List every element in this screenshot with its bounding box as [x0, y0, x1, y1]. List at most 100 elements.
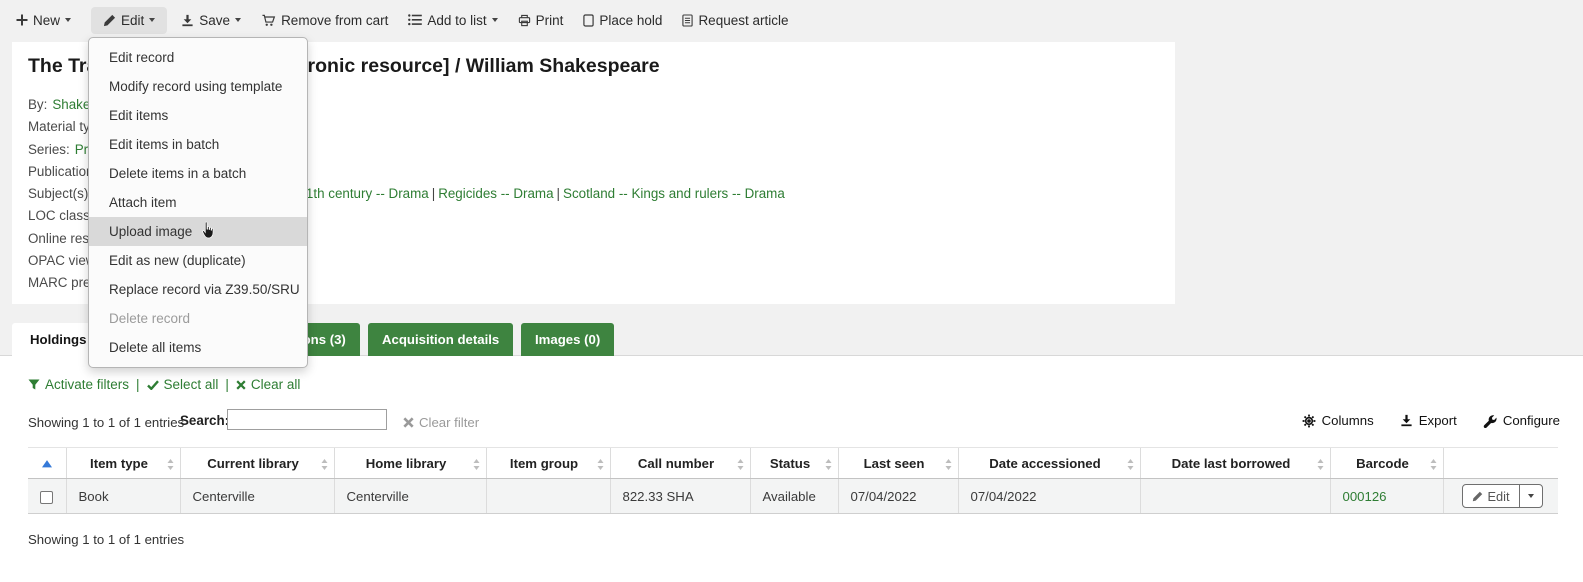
header-label: Date last borrowed — [1172, 456, 1291, 471]
activate-filters-label: Activate filters — [45, 377, 129, 392]
print-button-label: Print — [536, 13, 564, 28]
subject-link[interactable]: Regicides -- Drama — [438, 186, 553, 201]
table-tools: Columns Export Configure — [1276, 413, 1560, 428]
header-select-sorted[interactable] — [28, 448, 66, 479]
place-hold-button[interactable]: Place hold — [583, 13, 662, 28]
header-label: Item group — [510, 456, 578, 471]
cell-actions: Edit — [1443, 479, 1558, 514]
sort-icon — [1430, 458, 1437, 473]
save-button-label: Save — [199, 13, 230, 28]
row-edit-caret-button[interactable] — [1520, 485, 1542, 507]
clear-filter-label: Clear filter — [419, 415, 479, 430]
header-label: Current library — [207, 456, 299, 471]
chevron-down-icon — [235, 18, 241, 22]
header-label: Last seen — [864, 456, 925, 471]
menu-item-edit-items[interactable]: Edit items — [89, 101, 307, 130]
columns-button[interactable]: Columns — [1302, 413, 1374, 428]
cell-barcode: 000126 — [1330, 479, 1443, 514]
header-label: Home library — [366, 456, 447, 471]
menu-item-attach-item[interactable]: Attach item — [89, 188, 307, 217]
row-select-checkbox[interactable] — [40, 491, 53, 504]
search-input[interactable] — [227, 409, 387, 430]
tab-images[interactable]: Images (0) — [521, 323, 614, 356]
cell-item-group — [486, 479, 610, 514]
clear-all-link[interactable]: Clear all — [236, 377, 301, 392]
configure-button[interactable]: Configure — [1483, 413, 1560, 428]
cell-home-library: Centerville — [334, 479, 486, 514]
download-icon — [1400, 414, 1413, 427]
export-button[interactable]: Export — [1400, 413, 1457, 428]
header-home-library[interactable]: Home library — [334, 448, 486, 479]
pencil-icon — [103, 14, 116, 27]
header-last-seen[interactable]: Last seen — [838, 448, 958, 479]
pencil-icon — [1472, 491, 1483, 502]
search-label: Search: — [180, 413, 229, 428]
menu-item-replace-record-via-z3950-sru[interactable]: Replace record via Z39.50/SRU — [89, 275, 307, 304]
header-item-group[interactable]: Item group — [486, 448, 610, 479]
series-label: Series: — [28, 142, 70, 157]
print-button[interactable]: Print — [518, 13, 564, 28]
sort-icon — [597, 458, 604, 473]
menu-item-edit-as-new-duplicate[interactable]: Edit as new (duplicate) — [89, 246, 307, 275]
menu-item-modify-record-using-template[interactable]: Modify record using template — [89, 72, 307, 101]
save-button[interactable]: Save — [181, 13, 241, 28]
new-button[interactable]: New — [16, 13, 71, 28]
cell-date-last-borrowed — [1140, 479, 1330, 514]
cell-call-number: 822.33 SHA — [610, 479, 750, 514]
header-status[interactable]: Status — [750, 448, 838, 479]
x-icon — [236, 380, 246, 390]
hold-note-icon — [583, 14, 594, 27]
header-item-type[interactable]: Item type — [66, 448, 180, 479]
header-date-last-borrowed[interactable]: Date last borrowed — [1140, 448, 1330, 479]
chevron-down-icon — [492, 18, 498, 22]
sort-icon — [825, 458, 832, 473]
header-label: Barcode — [1356, 456, 1409, 471]
cell-status: Available — [750, 479, 838, 514]
configure-label: Configure — [1503, 413, 1560, 428]
place-hold-label: Place hold — [599, 13, 662, 28]
remove-from-cart-label: Remove from cart — [281, 13, 388, 28]
x-icon — [403, 417, 414, 428]
header-barcode[interactable]: Barcode — [1330, 448, 1443, 479]
header-current-library[interactable]: Current library — [180, 448, 334, 479]
clear-filter-button[interactable]: Clear filter — [403, 415, 479, 430]
row-edit-button[interactable]: Edit — [1463, 485, 1520, 507]
menu-item-upload-image[interactable]: Upload image — [89, 217, 307, 246]
select-all-link[interactable]: Select all — [147, 377, 219, 392]
gear-icon — [1302, 414, 1316, 428]
subject-separator: | — [432, 186, 435, 201]
barcode-link[interactable]: 000126 — [1343, 489, 1387, 504]
menu-item-edit-record[interactable]: Edit record — [89, 43, 307, 72]
subjects-label: Subject(s): — [28, 186, 92, 201]
request-article-button[interactable]: Request article — [682, 13, 788, 28]
add-to-list-button[interactable]: Add to list — [408, 13, 497, 28]
table-header-row: Item type Current library Home library I… — [28, 448, 1558, 479]
chevron-down-icon — [65, 18, 71, 22]
select-all-label: Select all — [164, 377, 219, 392]
hand-pointer-cursor-icon — [200, 221, 216, 245]
cell-date-accessioned: 07/04/2022 — [958, 479, 1140, 514]
add-to-list-label: Add to list — [427, 13, 486, 28]
tab-acquisition-details[interactable]: Acquisition details — [368, 323, 513, 356]
check-icon — [147, 380, 159, 390]
activate-filters-link[interactable]: Activate filters — [28, 377, 129, 392]
sort-icon — [321, 458, 328, 473]
row-edit-label: Edit — [1488, 489, 1510, 504]
chevron-down-icon — [1528, 494, 1534, 498]
header-call-number[interactable]: Call number — [610, 448, 750, 479]
remove-from-cart-button[interactable]: Remove from cart — [261, 13, 388, 28]
menu-item-delete-items-in-a-batch[interactable]: Delete items in a batch — [89, 159, 307, 188]
showing-entries-text-bottom: Showing 1 to 1 of 1 entries — [28, 532, 184, 547]
holdings-filter-links: Activate filters | Select all | Clear al… — [28, 377, 300, 392]
subject-link[interactable]: Scotland -- Kings and rulers -- Drama — [563, 186, 785, 201]
wrench-icon — [1483, 414, 1497, 428]
filter-separator: | — [225, 377, 229, 392]
subject-separator: | — [557, 186, 560, 201]
edit-button[interactable]: Edit — [91, 7, 167, 34]
sort-icon — [737, 458, 744, 473]
menu-item-edit-items-in-batch[interactable]: Edit items in batch — [89, 130, 307, 159]
menu-item-delete-all-items[interactable]: Delete all items — [89, 333, 307, 362]
row-edit-split-button: Edit — [1462, 484, 1543, 508]
sort-icon — [1317, 458, 1324, 473]
header-date-accessioned[interactable]: Date accessioned — [958, 448, 1140, 479]
